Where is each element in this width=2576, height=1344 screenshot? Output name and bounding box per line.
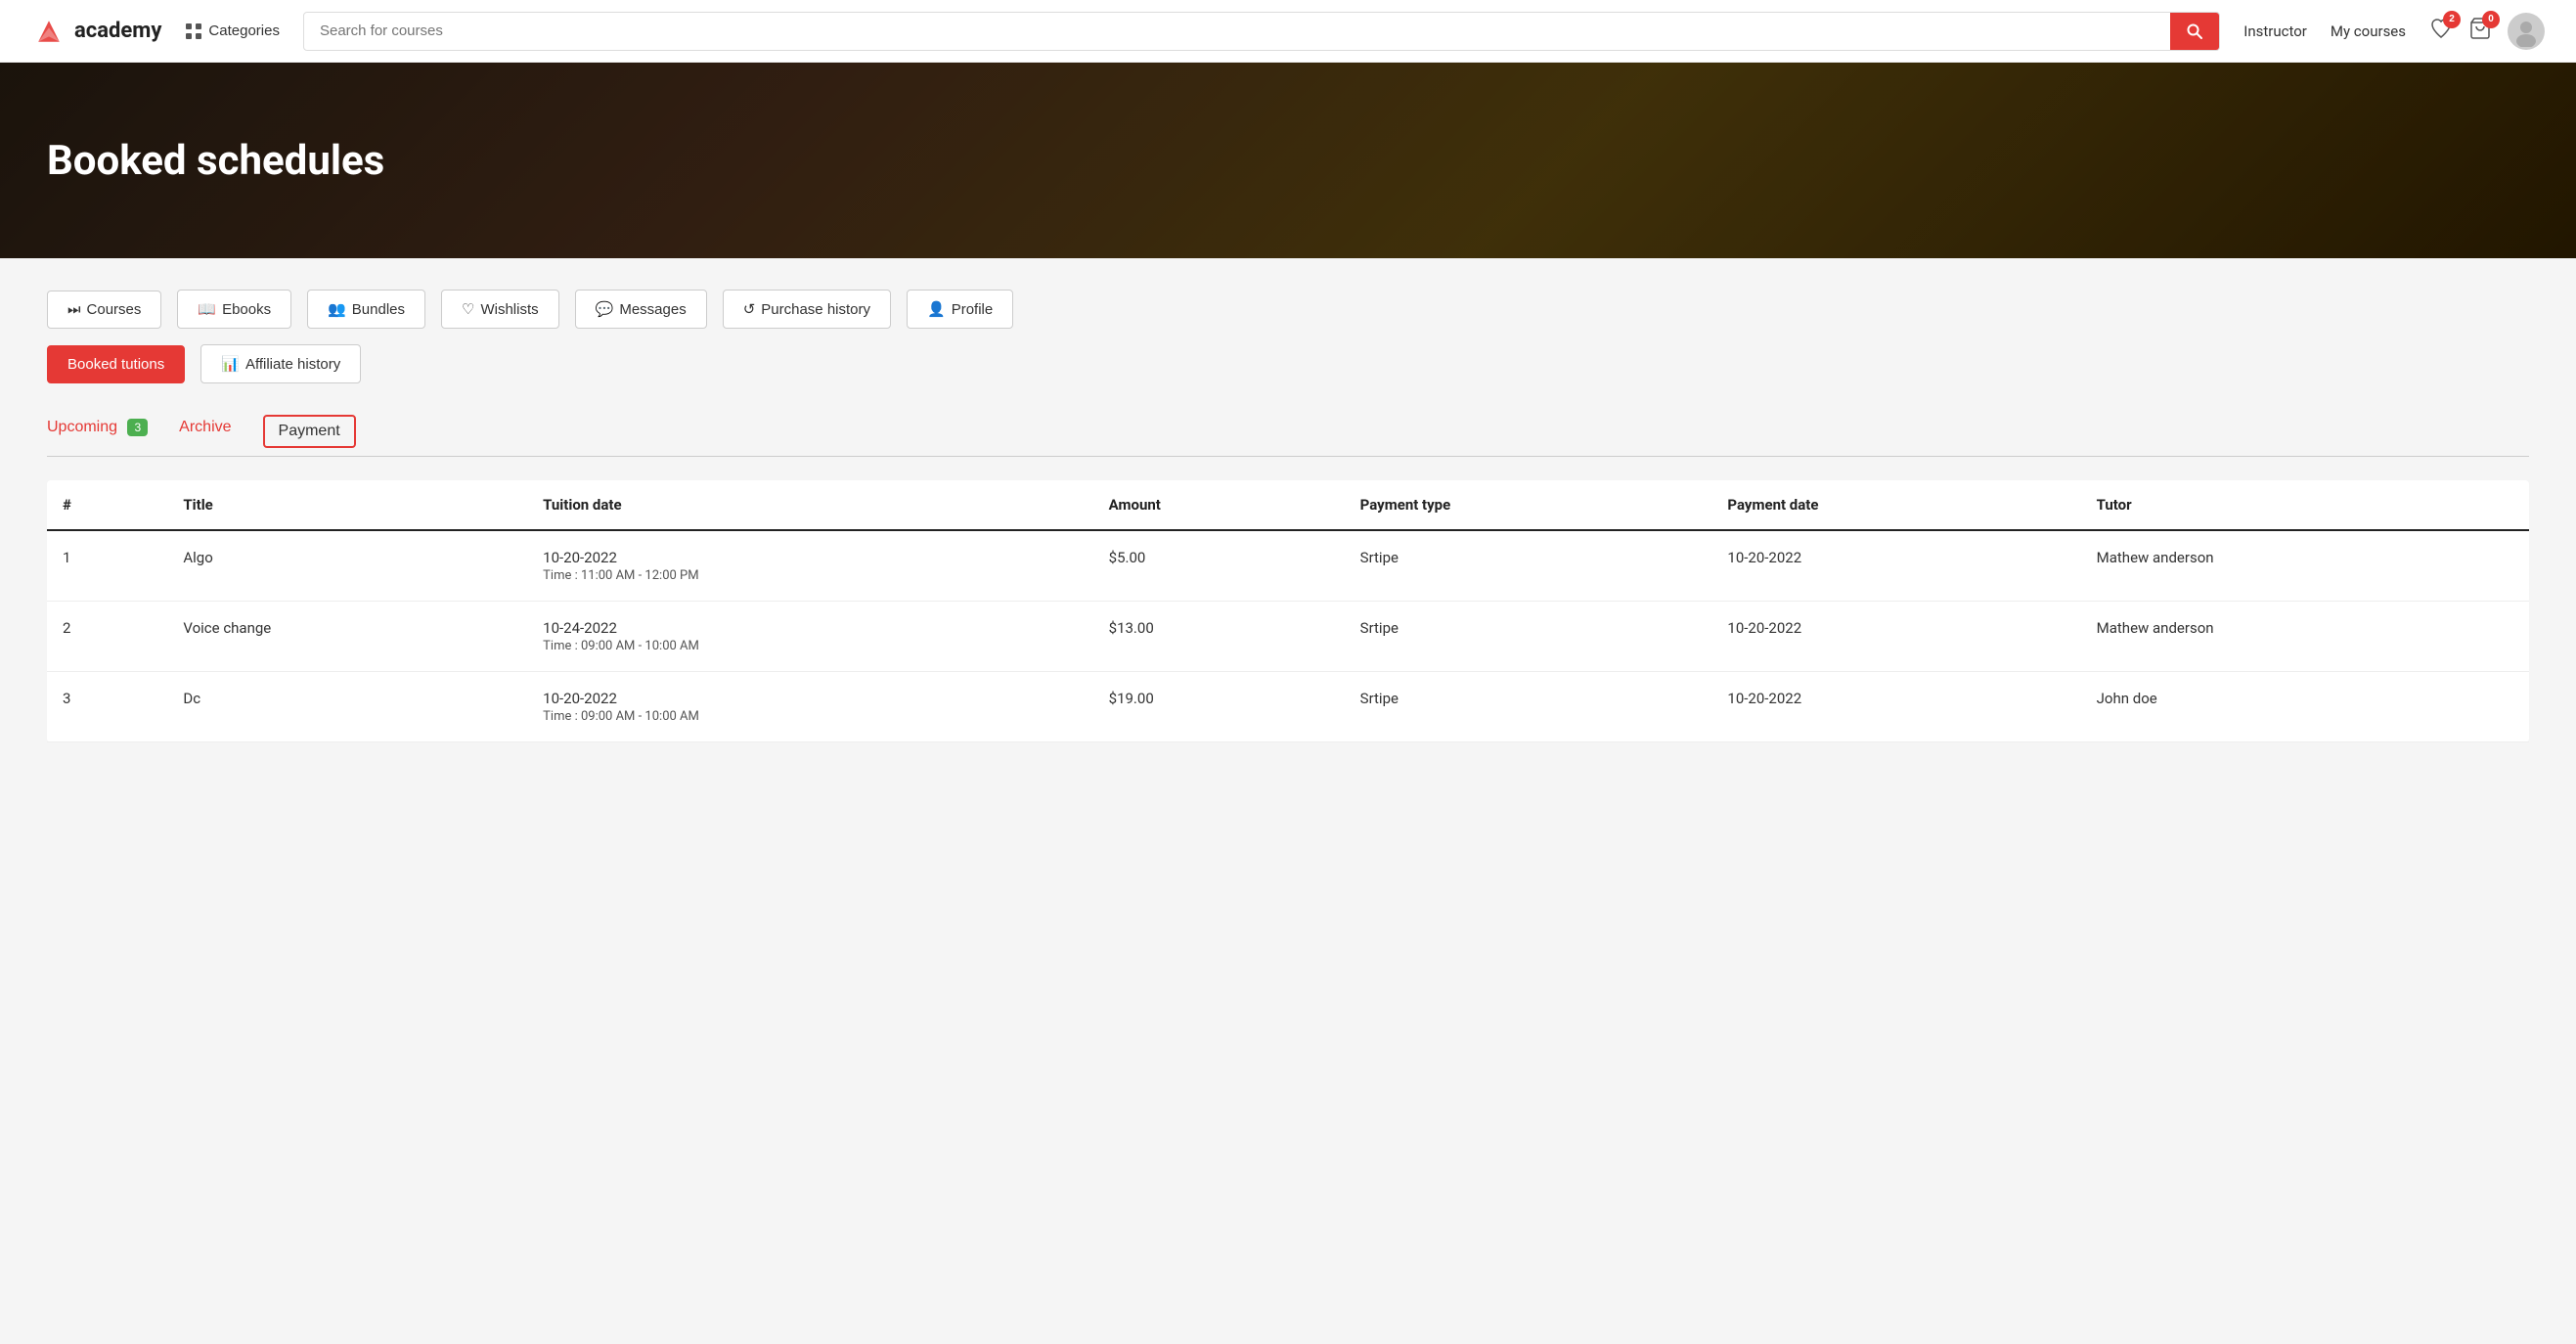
table-row: 3 Dc 10-20-2022 Time : 09:00 AM - 10:00 … [47, 672, 2529, 742]
tab-booked-tutions[interactable]: Booked tutions [47, 345, 185, 383]
wishlist-badge: 2 [2443, 11, 2461, 28]
tab-courses[interactable]: ⏭ Courses [47, 291, 161, 329]
wishlist-button[interactable]: 2 [2429, 17, 2453, 46]
avatar-icon [2510, 16, 2542, 47]
search-input[interactable] [304, 22, 2170, 39]
cell-payment-date: 10-20-2022 [1711, 672, 2080, 742]
cell-num: 1 [47, 530, 167, 602]
sub-tab-archive[interactable]: Archive [179, 419, 231, 444]
tab-bundles-label: Bundles [352, 301, 405, 318]
tab-ebooks-label: Ebooks [222, 301, 271, 318]
page-title: Booked schedules [47, 137, 384, 185]
cell-payment-date: 10-20-2022 [1711, 602, 2080, 672]
search-button[interactable] [2170, 12, 2219, 51]
sub-tab-upcoming[interactable]: Upcoming 3 [47, 419, 148, 444]
tab-purchase-history[interactable]: ↺ Purchase history [723, 290, 891, 329]
payment-table: # Title Tuition date Amount Payment type… [47, 480, 2529, 742]
nav-links: Instructor My courses [2243, 22, 2406, 40]
cell-tutor: Mathew anderson [2081, 602, 2529, 672]
bundles-icon: 👥 [328, 300, 346, 318]
tab-messages-label: Messages [619, 301, 686, 318]
table-header-row: # Title Tuition date Amount Payment type… [47, 480, 2529, 530]
tab-wishlists[interactable]: ♡ Wishlists [441, 290, 559, 329]
wishlists-icon: ♡ [462, 300, 474, 318]
tab-messages[interactable]: 💬 Messages [575, 290, 707, 329]
tab-booked-tutions-label: Booked tutions [67, 356, 164, 373]
cell-tuition-date: 10-20-2022 Time : 11:00 AM - 12:00 PM [527, 530, 1092, 602]
cell-payment-type: Srtipe [1345, 530, 1712, 602]
cell-amount: $13.00 [1093, 602, 1345, 672]
search-icon [2186, 22, 2203, 40]
purchase-history-icon: ↺ [743, 300, 756, 318]
profile-icon: 👤 [927, 300, 946, 318]
col-title: Title [167, 480, 527, 530]
cell-num: 3 [47, 672, 167, 742]
table-row: 1 Algo 10-20-2022 Time : 11:00 AM - 12:0… [47, 530, 2529, 602]
sub-tabs: Upcoming 3 Archive Payment [47, 415, 2529, 448]
hero-banner: Booked schedules [0, 63, 2576, 258]
tab-profile-label: Profile [952, 301, 994, 318]
courses-icon: ⏭ [67, 301, 81, 318]
tab-bundles[interactable]: 👥 Bundles [307, 290, 425, 329]
sub-tab-payment-label: Payment [279, 423, 340, 439]
navbar: academy Categories Instructor My courses [0, 0, 2576, 63]
cell-title: Dc [167, 672, 527, 742]
col-num: # [47, 480, 167, 530]
cell-num: 2 [47, 602, 167, 672]
cart-button[interactable]: 0 [2468, 17, 2492, 46]
cell-payment-type: Srtipe [1345, 672, 1712, 742]
payment-table-container: # Title Tuition date Amount Payment type… [47, 480, 2529, 742]
tab-affiliate-history[interactable]: 📊 Affiliate history [200, 344, 361, 383]
upcoming-badge: 3 [127, 419, 148, 436]
affiliate-history-icon: 📊 [221, 355, 240, 373]
logo[interactable]: academy [31, 14, 161, 49]
sub-tab-payment[interactable]: Payment [263, 415, 356, 448]
instructor-link[interactable]: Instructor [2243, 22, 2307, 40]
cell-tutor: John doe [2081, 672, 2529, 742]
main-content: ⏭ Courses 📖 Ebooks 👥 Bundles ♡ Wishlists… [0, 258, 2576, 774]
col-payment-type: Payment type [1345, 480, 1712, 530]
tab-affiliate-history-label: Affiliate history [245, 356, 340, 373]
cell-payment-date: 10-20-2022 [1711, 530, 2080, 602]
nav-icons: 2 0 [2429, 13, 2545, 50]
tab-wishlists-label: Wishlists [480, 301, 538, 318]
col-tutor: Tutor [2081, 480, 2529, 530]
cell-title: Voice change [167, 602, 527, 672]
logo-text: academy [74, 19, 161, 43]
categories-button[interactable]: Categories [185, 22, 280, 40]
logo-icon [31, 14, 67, 49]
col-payment-date: Payment date [1711, 480, 2080, 530]
col-amount: Amount [1093, 480, 1345, 530]
tab-courses-label: Courses [87, 301, 142, 318]
nav-tabs-row1: ⏭ Courses 📖 Ebooks 👥 Bundles ♡ Wishlists… [47, 290, 2529, 329]
cell-tutor: Mathew anderson [2081, 530, 2529, 602]
tab-profile[interactable]: 👤 Profile [907, 290, 1013, 329]
col-tuition-date: Tuition date [527, 480, 1092, 530]
tab-purchase-history-label: Purchase history [761, 301, 870, 318]
sub-tab-upcoming-label: Upcoming [47, 419, 117, 435]
categories-label: Categories [208, 22, 280, 39]
search-bar [303, 12, 2220, 51]
grid-icon [185, 22, 202, 40]
cell-amount: $19.00 [1093, 672, 1345, 742]
avatar[interactable] [2508, 13, 2545, 50]
tab-ebooks[interactable]: 📖 Ebooks [177, 290, 291, 329]
sub-tab-archive-label: Archive [179, 419, 231, 435]
cell-amount: $5.00 [1093, 530, 1345, 602]
cell-payment-type: Srtipe [1345, 602, 1712, 672]
nav-tabs-row2: Booked tutions 📊 Affiliate history [47, 344, 2529, 383]
cell-tuition-date: 10-20-2022 Time : 09:00 AM - 10:00 AM [527, 672, 1092, 742]
cart-badge: 0 [2482, 11, 2500, 28]
messages-icon: 💬 [596, 300, 614, 318]
table-row: 2 Voice change 10-24-2022 Time : 09:00 A… [47, 602, 2529, 672]
cell-tuition-date: 10-24-2022 Time : 09:00 AM - 10:00 AM [527, 602, 1092, 672]
cell-title: Algo [167, 530, 527, 602]
my-courses-link[interactable]: My courses [2331, 22, 2406, 40]
ebooks-icon: 📖 [198, 300, 216, 318]
